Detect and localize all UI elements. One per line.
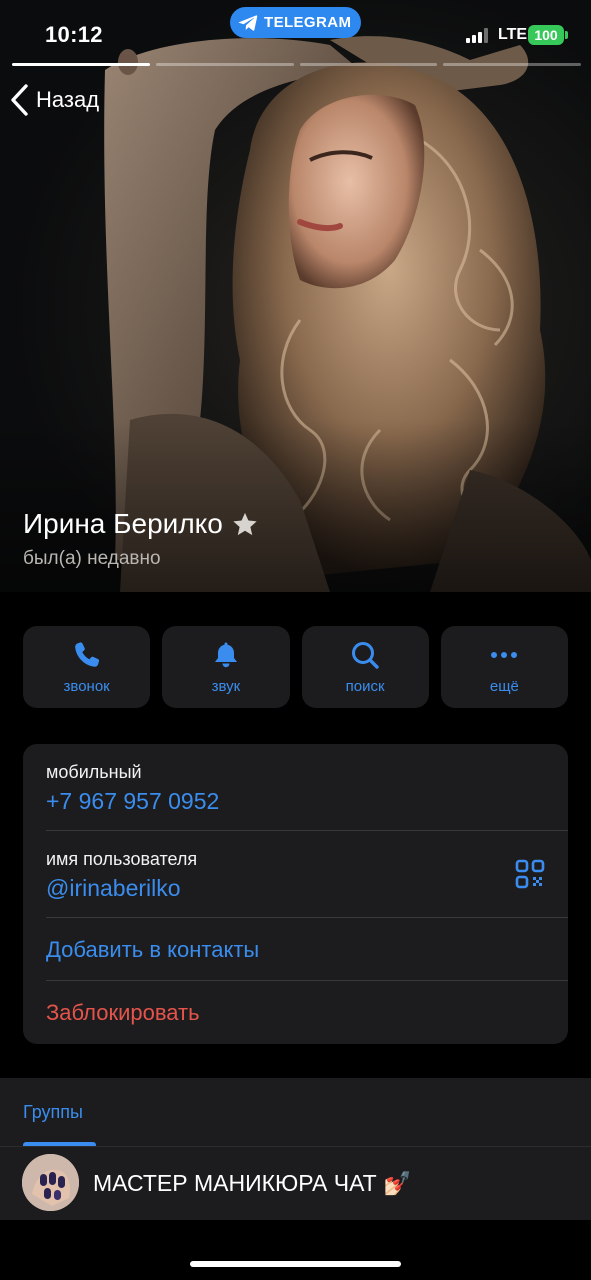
last-seen-status: был(а) недавно	[23, 548, 161, 569]
mobile-row[interactable]: мобильный +7 967 957 0952	[23, 744, 568, 831]
divider	[46, 917, 568, 918]
photo-segment	[12, 63, 150, 66]
battery-indicator: 100	[528, 25, 568, 45]
back-button[interactable]: Назад	[10, 84, 99, 116]
photo-segment	[299, 63, 438, 66]
groups-section: Группы МАСТЕР МАНИКЮРА ЧАТ 💅🏻	[0, 1078, 591, 1220]
group-avatar	[22, 1154, 79, 1211]
group-avatar-image	[22, 1154, 79, 1211]
profile-name: Ирина Берилко	[23, 508, 223, 539]
add-to-contacts-button[interactable]: Добавить в контакты	[46, 937, 259, 963]
mute-button[interactable]: звук	[162, 626, 290, 708]
telegram-icon	[238, 14, 258, 31]
photo-progress	[12, 63, 581, 67]
battery-level: 100	[534, 27, 558, 43]
call-button-label: звонок	[63, 677, 110, 695]
more-button[interactable]: ещё	[440, 626, 568, 708]
mute-button-label: звук	[211, 677, 241, 695]
more-icon	[491, 651, 518, 658]
phone-icon	[74, 641, 99, 667]
more-button-label: ещё	[489, 677, 519, 695]
mobile-number[interactable]: +7 967 957 0952	[46, 788, 219, 815]
home-indicator[interactable]	[190, 1261, 401, 1267]
username-row[interactable]: имя пользователя @irinaberilko	[23, 831, 568, 918]
star-icon[interactable]	[231, 511, 259, 538]
divider	[0, 1146, 591, 1147]
search-icon	[352, 641, 379, 669]
username-caption: имя пользователя	[46, 849, 198, 869]
tab-groups[interactable]: Группы	[23, 1102, 83, 1123]
network-label: LTE	[498, 26, 528, 43]
back-label: Назад	[36, 87, 100, 112]
chevron-left-icon	[11, 84, 28, 116]
profile-name-row: Ирина Берилко	[23, 508, 259, 540]
signal-icon	[466, 28, 488, 43]
bell-icon	[214, 642, 237, 667]
status-time: 10:12	[45, 22, 103, 47]
photo-segment	[443, 63, 581, 66]
telegram-pill-label: TELEGRAM	[264, 14, 352, 31]
username-value[interactable]: @irinaberilko	[46, 875, 181, 902]
photo-segment	[155, 63, 294, 66]
mobile-caption: мобильный	[46, 762, 142, 782]
group-title: МАСТЕР МАНИКЮРА ЧАТ 💅🏻	[93, 1170, 412, 1196]
block-user-button[interactable]: Заблокировать	[46, 1000, 200, 1026]
group-list-item[interactable]: МАСТЕР МАНИКЮРА ЧАТ 💅🏻	[0, 1148, 591, 1220]
telegram-pill[interactable]: TELEGRAM	[230, 7, 361, 38]
search-button[interactable]: поиск	[301, 626, 429, 708]
qr-code-icon[interactable]	[515, 859, 545, 889]
call-button[interactable]: звонок	[23, 626, 151, 708]
action-bar: звонок звук поиск ещё	[23, 626, 568, 708]
search-button-label: поиск	[345, 677, 385, 695]
divider	[46, 980, 568, 981]
contact-info-card: мобильный +7 967 957 0952 имя пользовате…	[23, 744, 568, 1044]
